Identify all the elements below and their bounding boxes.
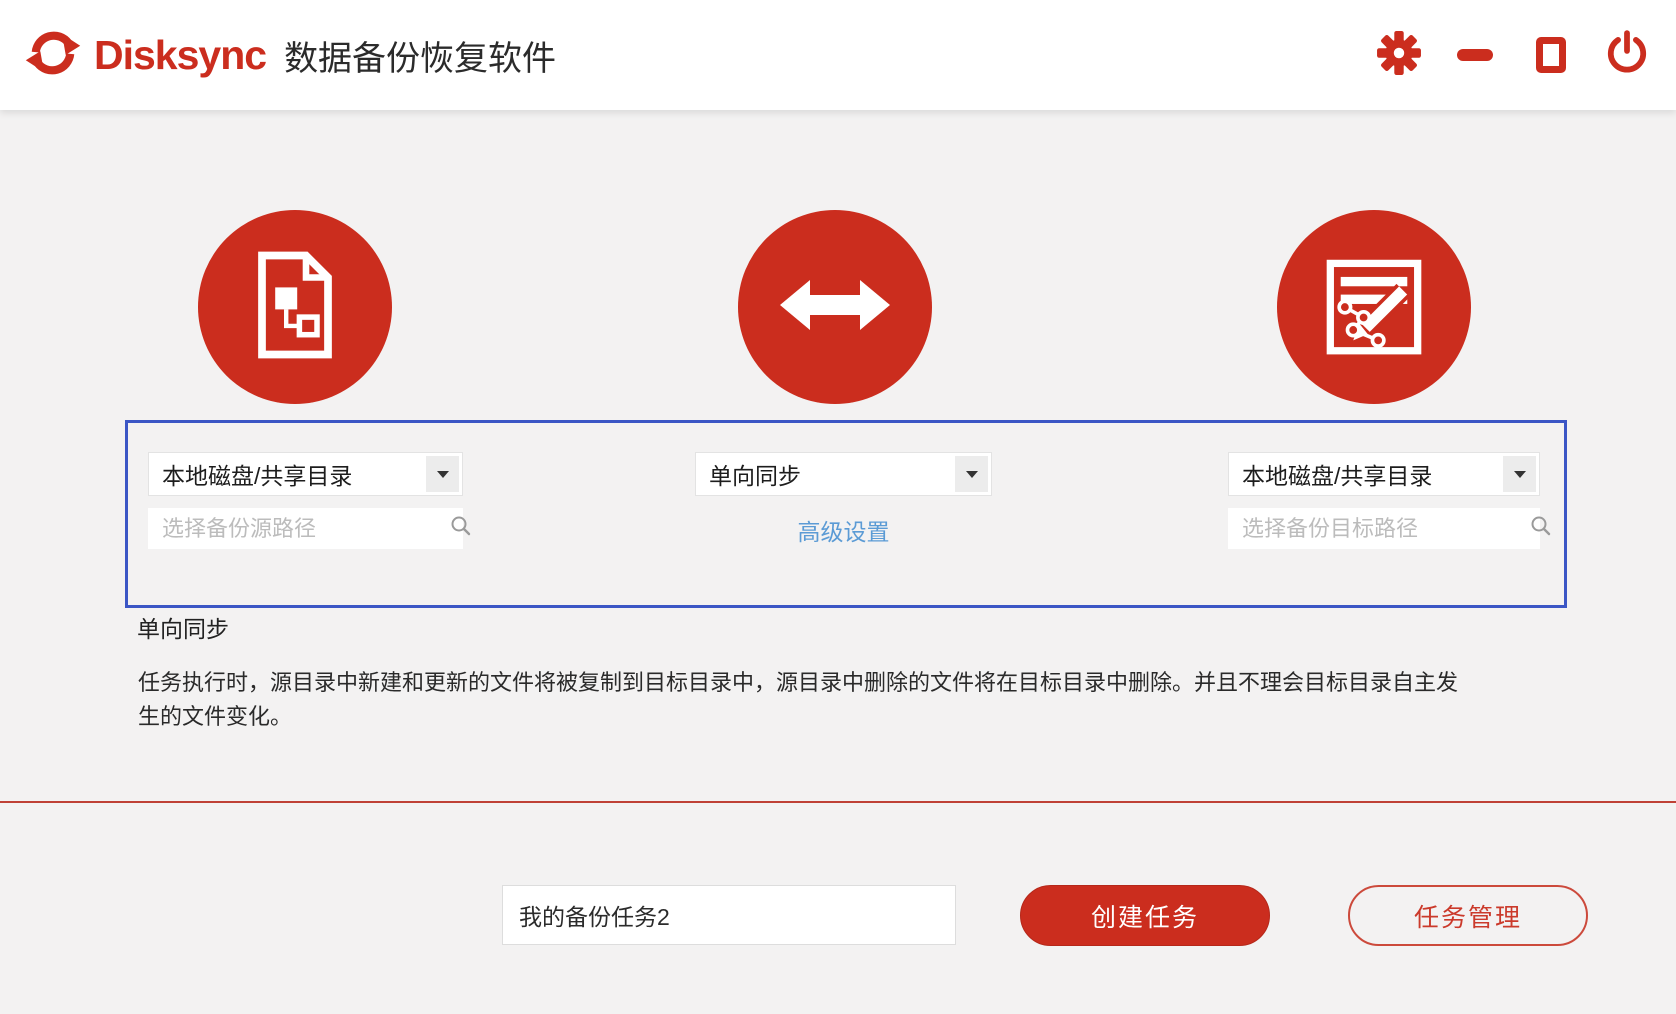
caret-down-icon	[955, 456, 988, 492]
close-button[interactable]	[1604, 29, 1650, 81]
app-logo: Disksync 数据备份恢复软件	[24, 24, 556, 87]
source-circle[interactable]	[198, 210, 392, 404]
header: Disksync 数据备份恢复软件	[0, 0, 1676, 110]
source-path-input[interactable]	[148, 508, 450, 549]
section-divider	[0, 801, 1676, 803]
target-type-value: 本地磁盘/共享目录	[1242, 463, 1433, 489]
window-controls	[1376, 0, 1650, 110]
page-title: 数据备份恢复软件	[284, 39, 557, 78]
brand-text: Disksync	[94, 31, 267, 78]
maximize-button[interactable]	[1528, 32, 1574, 78]
caret-down-icon	[1503, 456, 1536, 492]
search-icon[interactable]	[1530, 515, 1552, 542]
two-way-arrow-icon	[775, 265, 895, 350]
search-icon[interactable]	[450, 515, 472, 542]
sync-mode-value: 单向同步	[709, 463, 801, 489]
target-type-select[interactable]: 本地磁盘/共享目录	[1228, 452, 1540, 496]
manage-tasks-button[interactable]: 任务管理	[1348, 885, 1588, 946]
target-path-input[interactable]	[1228, 508, 1530, 549]
source-path-field	[148, 508, 471, 549]
target-circle[interactable]	[1277, 210, 1471, 404]
power-icon	[1604, 29, 1650, 81]
source-type-value: 本地磁盘/共享目录	[162, 463, 353, 489]
gear-icon	[1376, 30, 1422, 81]
app-window: Disksync 数据备份恢复软件 本地磁盘/共享目录 选择备份源路径 单向同步…	[0, 0, 1676, 1014]
sync-mode-label: 单向同步	[137, 616, 229, 642]
sync-arrows-icon	[24, 24, 82, 87]
source-type-select[interactable]: 本地磁盘/共享目录	[148, 452, 463, 496]
minimize-icon	[1457, 49, 1493, 61]
caret-down-icon	[426, 456, 459, 492]
sync-mode-select[interactable]: 单向同步	[695, 452, 992, 496]
task-name-input[interactable]	[502, 885, 956, 945]
document-structure-icon	[247, 250, 343, 365]
sync-mode-description: 任务执行时，源目录中新建和更新的文件将被复制到目标目录中，源目录中删除的文件将在…	[138, 670, 1459, 729]
settings-button[interactable]	[1376, 30, 1422, 81]
document-edit-icon	[1322, 253, 1426, 362]
target-path-field	[1228, 508, 1551, 549]
maximize-icon	[1536, 37, 1566, 73]
advanced-settings-link[interactable]: 高级设置	[695, 513, 992, 547]
create-task-button[interactable]: 创建任务	[1020, 885, 1270, 946]
minimize-button[interactable]	[1452, 32, 1498, 78]
sync-circle[interactable]	[738, 210, 932, 404]
